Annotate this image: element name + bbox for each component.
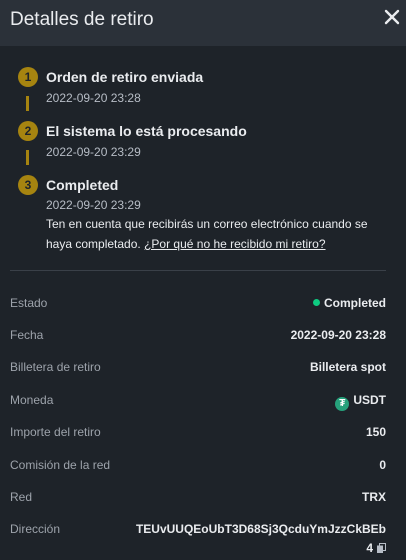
status-dot-icon: [312, 299, 320, 306]
coin-value: ₮ USDT: [335, 393, 386, 411]
fee-value: 0: [379, 458, 386, 472]
date-value: 2022-09-20 23:28: [290, 328, 386, 342]
fee-label: Comisión de la red: [10, 458, 111, 472]
email-notice: Ten en cuenta que recibirás un correo el…: [46, 214, 386, 254]
usdt-icon: ₮: [335, 397, 350, 411]
status-value: Completed: [312, 296, 386, 310]
address-value-line2: 4: [366, 541, 386, 555]
step-connector-1: [26, 96, 29, 111]
close-icon[interactable]: [381, 6, 403, 28]
step-connector-2: [26, 150, 29, 165]
step-3-badge: 3: [18, 175, 38, 195]
amount-label: Importe del retiro: [10, 425, 101, 439]
modal-header: Detalles de retiro: [0, 0, 406, 46]
status-label: Estado: [10, 296, 48, 310]
step-2-title: El sistema lo está procesando: [46, 123, 247, 139]
copy-icon[interactable]: [377, 543, 386, 553]
step-1-time: 2022-09-20 23:28: [46, 91, 141, 105]
address-tail: 4: [366, 541, 373, 555]
step-3-title: Completed: [46, 177, 119, 193]
withdrawal-help-link[interactable]: ¿Por qué no he recibido mi retiro?: [144, 237, 325, 251]
wallet-value: Billetera spot: [309, 360, 386, 374]
step-2-badge: 2: [18, 121, 38, 141]
coin-label: Moneda: [10, 393, 54, 407]
coin-text: USDT: [353, 393, 386, 407]
modal-title: Detalles de retiro: [10, 9, 154, 30]
address-label: Dirección: [10, 522, 61, 536]
step-1-badge: 1: [18, 67, 38, 87]
date-label: Fecha: [10, 328, 44, 342]
withdrawal-details-modal: Detalles de retiro 1 Orden de retiro env…: [0, 0, 406, 560]
divider: [10, 270, 386, 271]
wallet-label: Billetera de retiro: [10, 360, 101, 374]
step-2-time: 2022-09-20 23:29: [46, 145, 141, 159]
step-1-title: Orden de retiro enviada: [46, 69, 204, 85]
network-label: Red: [10, 490, 33, 504]
status-text: Completed: [323, 296, 386, 310]
step-3-time: 2022-09-20 23:29: [46, 198, 141, 212]
amount-value: 150: [365, 425, 386, 439]
network-value: TRX: [362, 490, 386, 504]
address-value-line1: TEUvUUQEoUbT3D68Sj3QcduYmJzzCkBEb: [135, 522, 386, 536]
